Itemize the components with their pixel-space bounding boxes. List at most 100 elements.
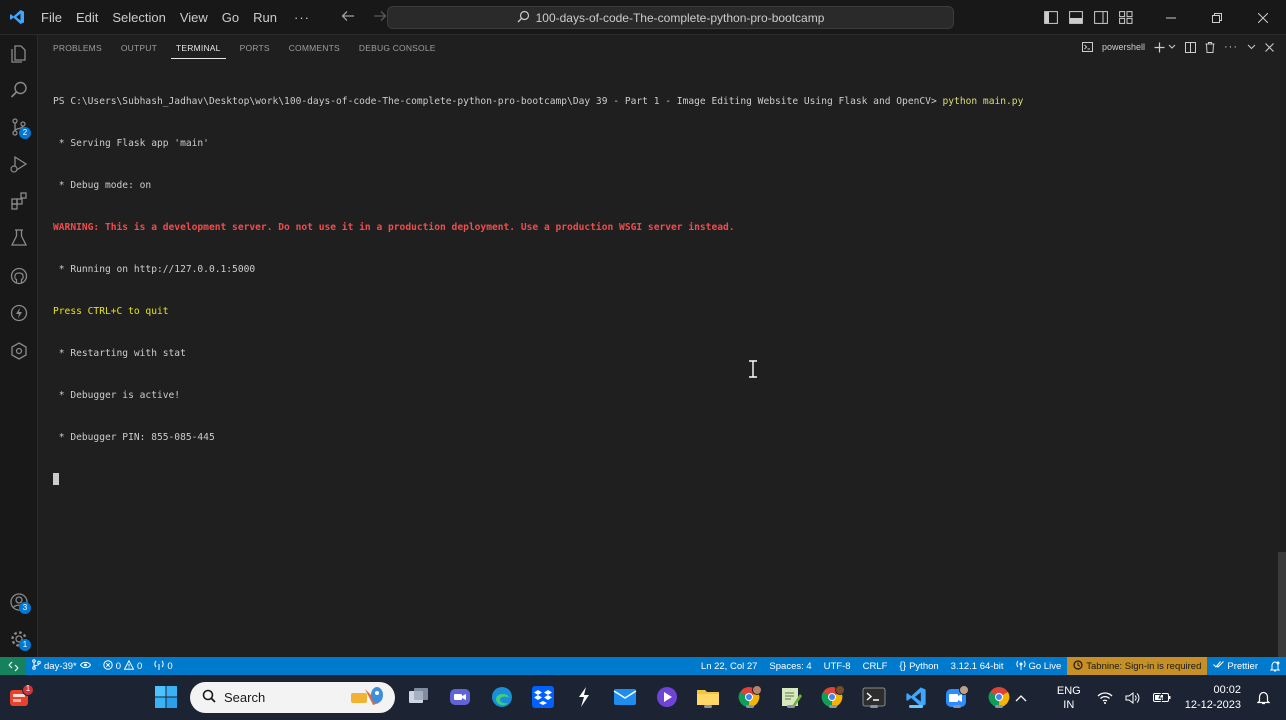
- zoom-app-icon[interactable]: [944, 684, 970, 710]
- battery-icon[interactable]: [1147, 692, 1177, 703]
- kill-terminal-trash-icon[interactable]: [1205, 41, 1215, 53]
- remote-explorer-icon[interactable]: [0, 333, 38, 369]
- close-window-icon[interactable]: [1240, 0, 1286, 35]
- search-icon: [202, 689, 216, 706]
- end-of-line[interactable]: CRLF: [857, 661, 894, 672]
- indentation[interactable]: Spaces: 4: [763, 661, 817, 672]
- ports-antenna-icon: [154, 660, 164, 673]
- python-interpreter[interactable]: 3.12.1 64-bit: [945, 661, 1010, 672]
- split-terminal-icon[interactable]: [1185, 41, 1196, 53]
- warning-count: 0: [137, 660, 143, 672]
- chrome-profile-2-icon[interactable]: [820, 684, 846, 710]
- search-view-icon[interactable]: [0, 72, 38, 108]
- tab-ports[interactable]: PORTS: [235, 43, 275, 59]
- chrome-profile-1-icon[interactable]: [737, 684, 763, 710]
- menu-edit[interactable]: Edit: [69, 0, 105, 35]
- edge-browser-icon[interactable]: [489, 684, 515, 710]
- running-indicator-active: [909, 705, 923, 708]
- terminal-output[interactable]: PS C:\Users\Subhash_Jadhav\Desktop\work\…: [53, 67, 1023, 515]
- more-actions-ellipsis-icon[interactable]: ···: [1224, 41, 1238, 53]
- tab-problems[interactable]: PROBLEMS: [48, 43, 107, 59]
- terminal-line: * Restarting with stat: [53, 348, 186, 359]
- branch-status[interactable]: day-39*: [26, 659, 97, 673]
- menu-go[interactable]: Go: [215, 0, 246, 35]
- command-center-search[interactable]: 100-days-of-code-The-complete-python-pro…: [387, 6, 954, 29]
- manage-gear-icon[interactable]: 1: [0, 621, 38, 657]
- terminal-command: python main.py: [942, 96, 1024, 107]
- menu-run[interactable]: Run: [246, 0, 284, 35]
- terminal-line: * Debugger is active!: [53, 390, 181, 401]
- status-bar: day-39* 0 0 0 Ln 22, Col 27 Spaces: 4 UT…: [0, 657, 1286, 675]
- ports-status[interactable]: 0: [148, 660, 178, 673]
- cursor-position[interactable]: Ln 22, Col 27: [695, 661, 764, 672]
- terminal-app-icon[interactable]: [861, 684, 887, 710]
- running-indicator: [995, 705, 1003, 708]
- tab-terminal[interactable]: TERMINAL: [171, 43, 226, 59]
- problems-status[interactable]: 0 0: [97, 659, 149, 673]
- vscode-taskbar-icon[interactable]: [903, 684, 929, 710]
- vscode-logo-icon: [0, 0, 34, 35]
- encoding[interactable]: UTF-8: [818, 661, 857, 672]
- language-mode[interactable]: {} Python: [893, 661, 944, 672]
- menu-view[interactable]: View: [173, 0, 215, 35]
- notification-bell-icon[interactable]: [1251, 691, 1276, 705]
- input-language[interactable]: ENG IN: [1047, 684, 1091, 712]
- toggle-primary-sidebar-icon[interactable]: [1038, 0, 1063, 35]
- show-hidden-icons-chevron-icon[interactable]: [1009, 694, 1033, 702]
- teams-chat-icon[interactable]: [447, 684, 473, 710]
- tabnine-icon: [1073, 659, 1083, 673]
- notepad-plus-icon[interactable]: [778, 684, 804, 710]
- thunder-client-icon[interactable]: [0, 295, 38, 331]
- terminal-scrollbar[interactable]: [1278, 552, 1286, 657]
- terminal-running-line: * Running on http://127.0.0.1:5000: [53, 264, 256, 275]
- maximize-panel-chevron-icon[interactable]: [1247, 44, 1256, 50]
- terminal-shell-label[interactable]: powershell: [1102, 42, 1145, 52]
- widgets-icon[interactable]: 1: [8, 684, 34, 710]
- close-panel-icon[interactable]: [1265, 42, 1274, 52]
- source-control-badge: 2: [19, 127, 31, 139]
- menu-selection[interactable]: Selection: [105, 0, 172, 35]
- extensions-icon[interactable]: [0, 183, 38, 219]
- ports-count: 0: [167, 660, 173, 672]
- github-icon[interactable]: [0, 258, 38, 294]
- tab-output[interactable]: OUTPUT: [116, 43, 162, 59]
- clipchamp-icon[interactable]: [654, 684, 680, 710]
- new-terminal-plus-icon[interactable]: [1154, 42, 1165, 53]
- tab-debug-console[interactable]: DEBUG CONSOLE: [354, 43, 441, 59]
- volume-icon[interactable]: [1119, 691, 1147, 704]
- accounts-icon[interactable]: 3: [0, 584, 38, 620]
- search-icon: [517, 10, 530, 26]
- task-view-icon[interactable]: [406, 684, 432, 710]
- remote-indicator-icon[interactable]: [0, 657, 26, 675]
- run-debug-icon[interactable]: [0, 146, 38, 182]
- minimize-icon[interactable]: [1148, 0, 1194, 35]
- tabnine-status[interactable]: Tabnine: Sign-in is required: [1067, 657, 1208, 675]
- toggle-panel-icon[interactable]: [1063, 0, 1088, 35]
- restore-icon[interactable]: [1194, 0, 1240, 35]
- explorer-icon[interactable]: [0, 35, 38, 71]
- windows-start-icon[interactable]: [154, 685, 178, 709]
- toggle-secondary-sidebar-icon[interactable]: [1088, 0, 1113, 35]
- dropbox-icon[interactable]: [530, 684, 556, 710]
- language-code: ENG: [1056, 684, 1081, 697]
- taskbar-search-box[interactable]: Search: [190, 682, 395, 713]
- file-explorer-icon[interactable]: [695, 684, 721, 710]
- tab-comments[interactable]: COMMENTS: [284, 43, 345, 59]
- testing-icon[interactable]: [0, 220, 38, 256]
- back-arrow-icon[interactable]: [338, 9, 358, 26]
- source-control-icon[interactable]: 2: [0, 109, 38, 145]
- power-automate-icon[interactable]: [571, 684, 597, 710]
- prettier-status[interactable]: Prettier: [1207, 660, 1264, 672]
- wifi-icon[interactable]: [1091, 691, 1119, 704]
- menu-file[interactable]: File: [34, 0, 69, 35]
- tabnine-label: Tabnine: Sign-in is required: [1086, 660, 1202, 672]
- mail-icon[interactable]: [612, 684, 638, 710]
- menu-more-button[interactable]: ···: [284, 10, 320, 25]
- taskbar-clock[interactable]: 00:02 12-12-2023: [1177, 683, 1251, 713]
- terminal-dropdown-chevron-icon[interactable]: [1168, 44, 1176, 50]
- search-highlight-icon: [347, 685, 387, 710]
- go-live-button[interactable]: Go Live: [1010, 660, 1068, 673]
- running-indicator: [787, 705, 795, 708]
- customize-layout-icon[interactable]: [1113, 0, 1138, 35]
- notifications-bell-icon[interactable]: [1264, 660, 1286, 672]
